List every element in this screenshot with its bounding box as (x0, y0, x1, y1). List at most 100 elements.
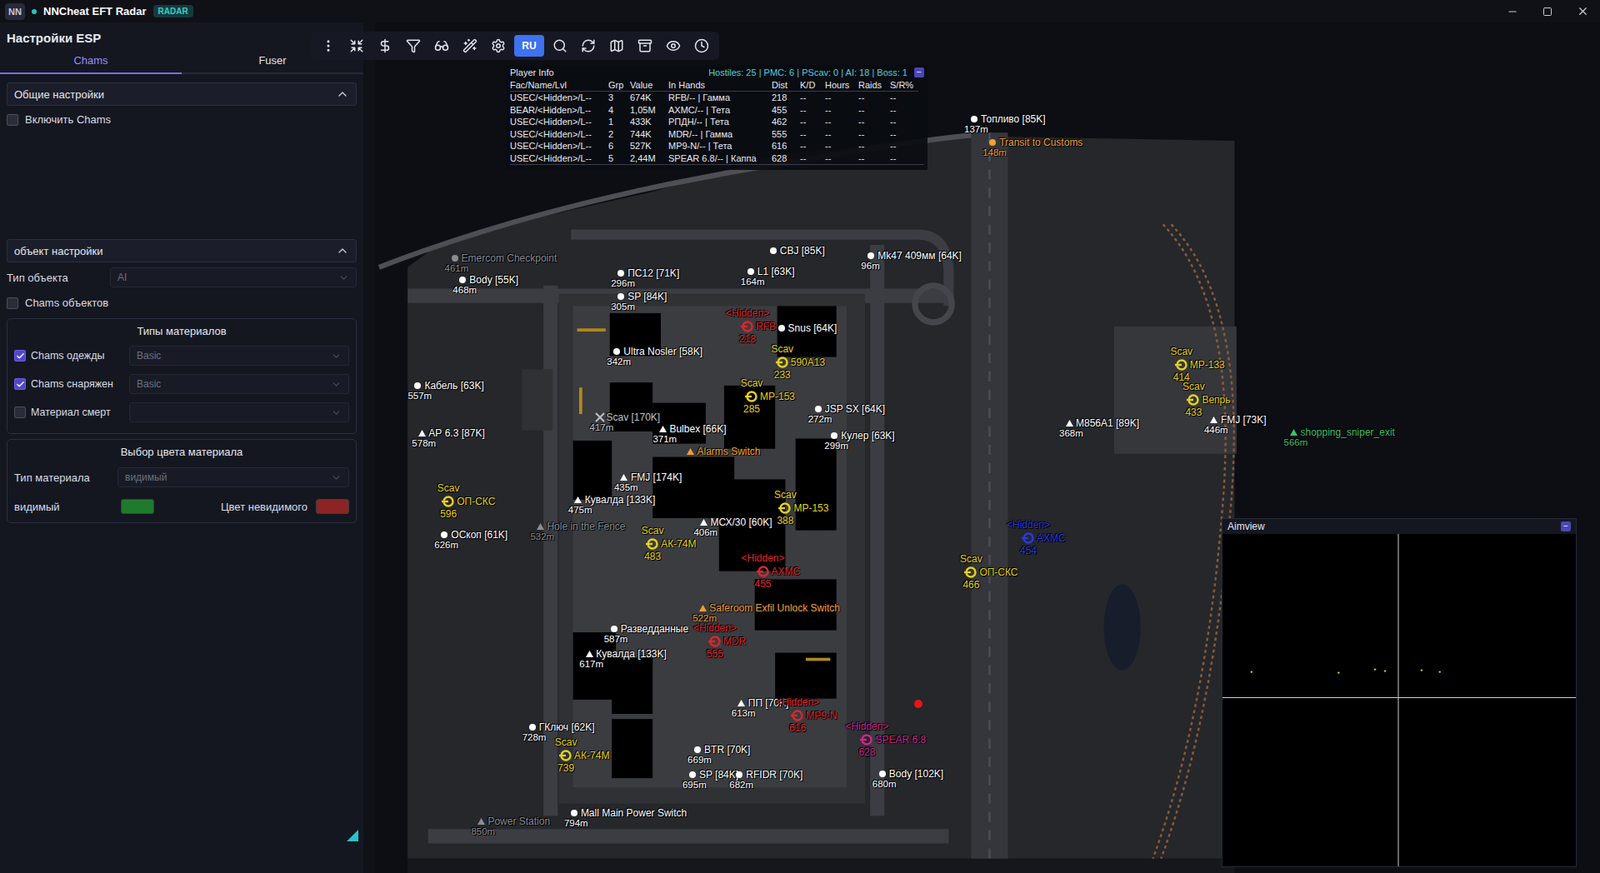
table-cell: USEC/<Hidden>/L-- (510, 128, 609, 141)
table-cell: -- (858, 152, 890, 165)
marker-label: ОСкоп [61K] (450, 529, 508, 541)
dot-icon (451, 255, 459, 262)
cross-icon (595, 413, 605, 422)
toolbar-button[interactable] (660, 34, 686, 58)
toolbar-button[interactable] (400, 34, 426, 58)
unit-weapon: 590A13 (790, 356, 825, 369)
toolbar-button[interactable] (372, 34, 398, 58)
table-cell: 674K (630, 91, 669, 105)
unit-distance: 388 (776, 515, 794, 527)
checkbox[interactable] (6, 114, 19, 126)
marker-label: FMJ [73K] (1220, 414, 1267, 426)
unit-weapon: АК-74М (660, 538, 696, 550)
language-button[interactable]: RU (514, 35, 545, 57)
table-cell: AXMC/-- | Тета (668, 104, 772, 117)
marker-distance: 578m (411, 438, 436, 450)
unit-distance: 483 (644, 550, 661, 563)
minimize-icon (1506, 5, 1519, 18)
dropdown[interactable] (129, 402, 350, 423)
dropdown[interactable]: AI (110, 267, 357, 288)
section-header[interactable]: объект настройки (6, 239, 357, 263)
dot-icon (459, 276, 466, 284)
search-icon (552, 38, 568, 54)
dropdown[interactable]: видимый (117, 467, 350, 488)
unit-weapon: RFB (755, 320, 776, 333)
toolbar-button[interactable] (429, 34, 455, 58)
table-cell: -- (825, 91, 859, 105)
toolbar-button[interactable] (344, 34, 370, 58)
collapse-button[interactable]: − (1560, 521, 1571, 532)
toolbar-button[interactable] (547, 34, 573, 58)
toolbar-button[interactable] (604, 34, 630, 58)
unit-name: <Hidden> (725, 307, 770, 320)
scav-icon (1186, 393, 1200, 407)
column-header: Raids (858, 79, 890, 93)
unit-weapon: ОП-СКС (456, 495, 495, 508)
tab[interactable]: Chams (0, 50, 182, 75)
visible-color-swatch[interactable] (120, 499, 155, 515)
filter-icon (405, 38, 421, 54)
dot-icon (694, 746, 701, 754)
checkbox[interactable] (14, 350, 26, 362)
marker-distance: 468m (452, 285, 477, 296)
aimview-panel[interactable]: Aimview− (1221, 518, 1577, 868)
table-cell: -- (800, 104, 825, 117)
marker-distance: 680m (872, 779, 897, 790)
section-header[interactable]: Общие настройки (6, 82, 357, 106)
check-icon (15, 380, 25, 390)
material-row: Chams одеждыBasic (14, 341, 350, 370)
glasses-icon (434, 38, 450, 54)
pmc-icon (790, 709, 805, 723)
marker-label: АР 6.3 [87K] (428, 427, 485, 440)
table-cell: 3 (608, 91, 630, 105)
table-cell: USEC/<Hidden>/L-- (510, 152, 609, 165)
minimize-button[interactable] (1495, 0, 1530, 23)
marker-label: Кувалда [133K] (595, 648, 667, 660)
close-button[interactable] (1565, 0, 1600, 23)
unit-weapon: АК-74М (574, 750, 610, 762)
marker-distance: 669m (687, 755, 712, 766)
chevron-down-icon (330, 379, 342, 390)
collapse-icon (349, 38, 365, 54)
app-logo: NN (5, 3, 25, 20)
marker-label: Snus [64K] (788, 322, 838, 335)
app-badge: RADAR (153, 5, 194, 18)
pmc-icon (860, 733, 874, 747)
checkbox[interactable] (14, 406, 26, 419)
maximize-button[interactable] (1530, 0, 1565, 23)
unit-name: <Hidden> (693, 622, 737, 635)
toolbar-button[interactable] (632, 34, 658, 58)
table-cell: 555 (771, 128, 800, 141)
marker-label: Power Station (487, 815, 550, 828)
player-info-panel: Player InfoHostiles: 25 | PMC: 6 | PScav… (506, 65, 928, 170)
toolbar-button[interactable] (575, 34, 601, 58)
dropdown[interactable]: Basic (129, 374, 350, 395)
archive-icon (637, 38, 653, 54)
collapse-button[interactable]: − (914, 67, 925, 78)
column-header: Grp (608, 79, 630, 93)
toolbar-button[interactable] (315, 34, 341, 58)
material-row: Chams снаряженBasic (14, 370, 350, 399)
group-title: Выбор цвета материала (14, 440, 350, 463)
title-bar: NNNNCheat EFT RadarRADAR (0, 0, 1600, 23)
gear-icon (490, 38, 506, 54)
triangle-icon (574, 496, 582, 504)
table-cell: 1,05M (630, 104, 669, 117)
toolbar-button[interactable] (457, 34, 483, 58)
dropdown[interactable]: Basic (129, 345, 350, 366)
unit-weapon: Вепрь (1201, 394, 1230, 406)
checkbox[interactable] (6, 297, 19, 310)
toolbar-button[interactable] (689, 34, 715, 58)
table-cell: SPEAR 6.8/-- | Каппа (668, 152, 772, 165)
marker-distance: 96m (860, 260, 880, 272)
crosshair-icon (1222, 534, 1576, 867)
marker-label: Кабель [63K] (424, 380, 484, 392)
marker-label: JSP SX [64K] (825, 403, 886, 415)
toolbar-button[interactable] (485, 34, 511, 58)
chevron-down-icon (330, 472, 342, 484)
checkbox[interactable] (14, 378, 26, 390)
resize-grip[interactable] (346, 830, 359, 842)
table-cell: 433K (630, 115, 669, 129)
invisible-color-swatch[interactable] (315, 499, 350, 515)
marker-distance: 342m (606, 356, 631, 368)
